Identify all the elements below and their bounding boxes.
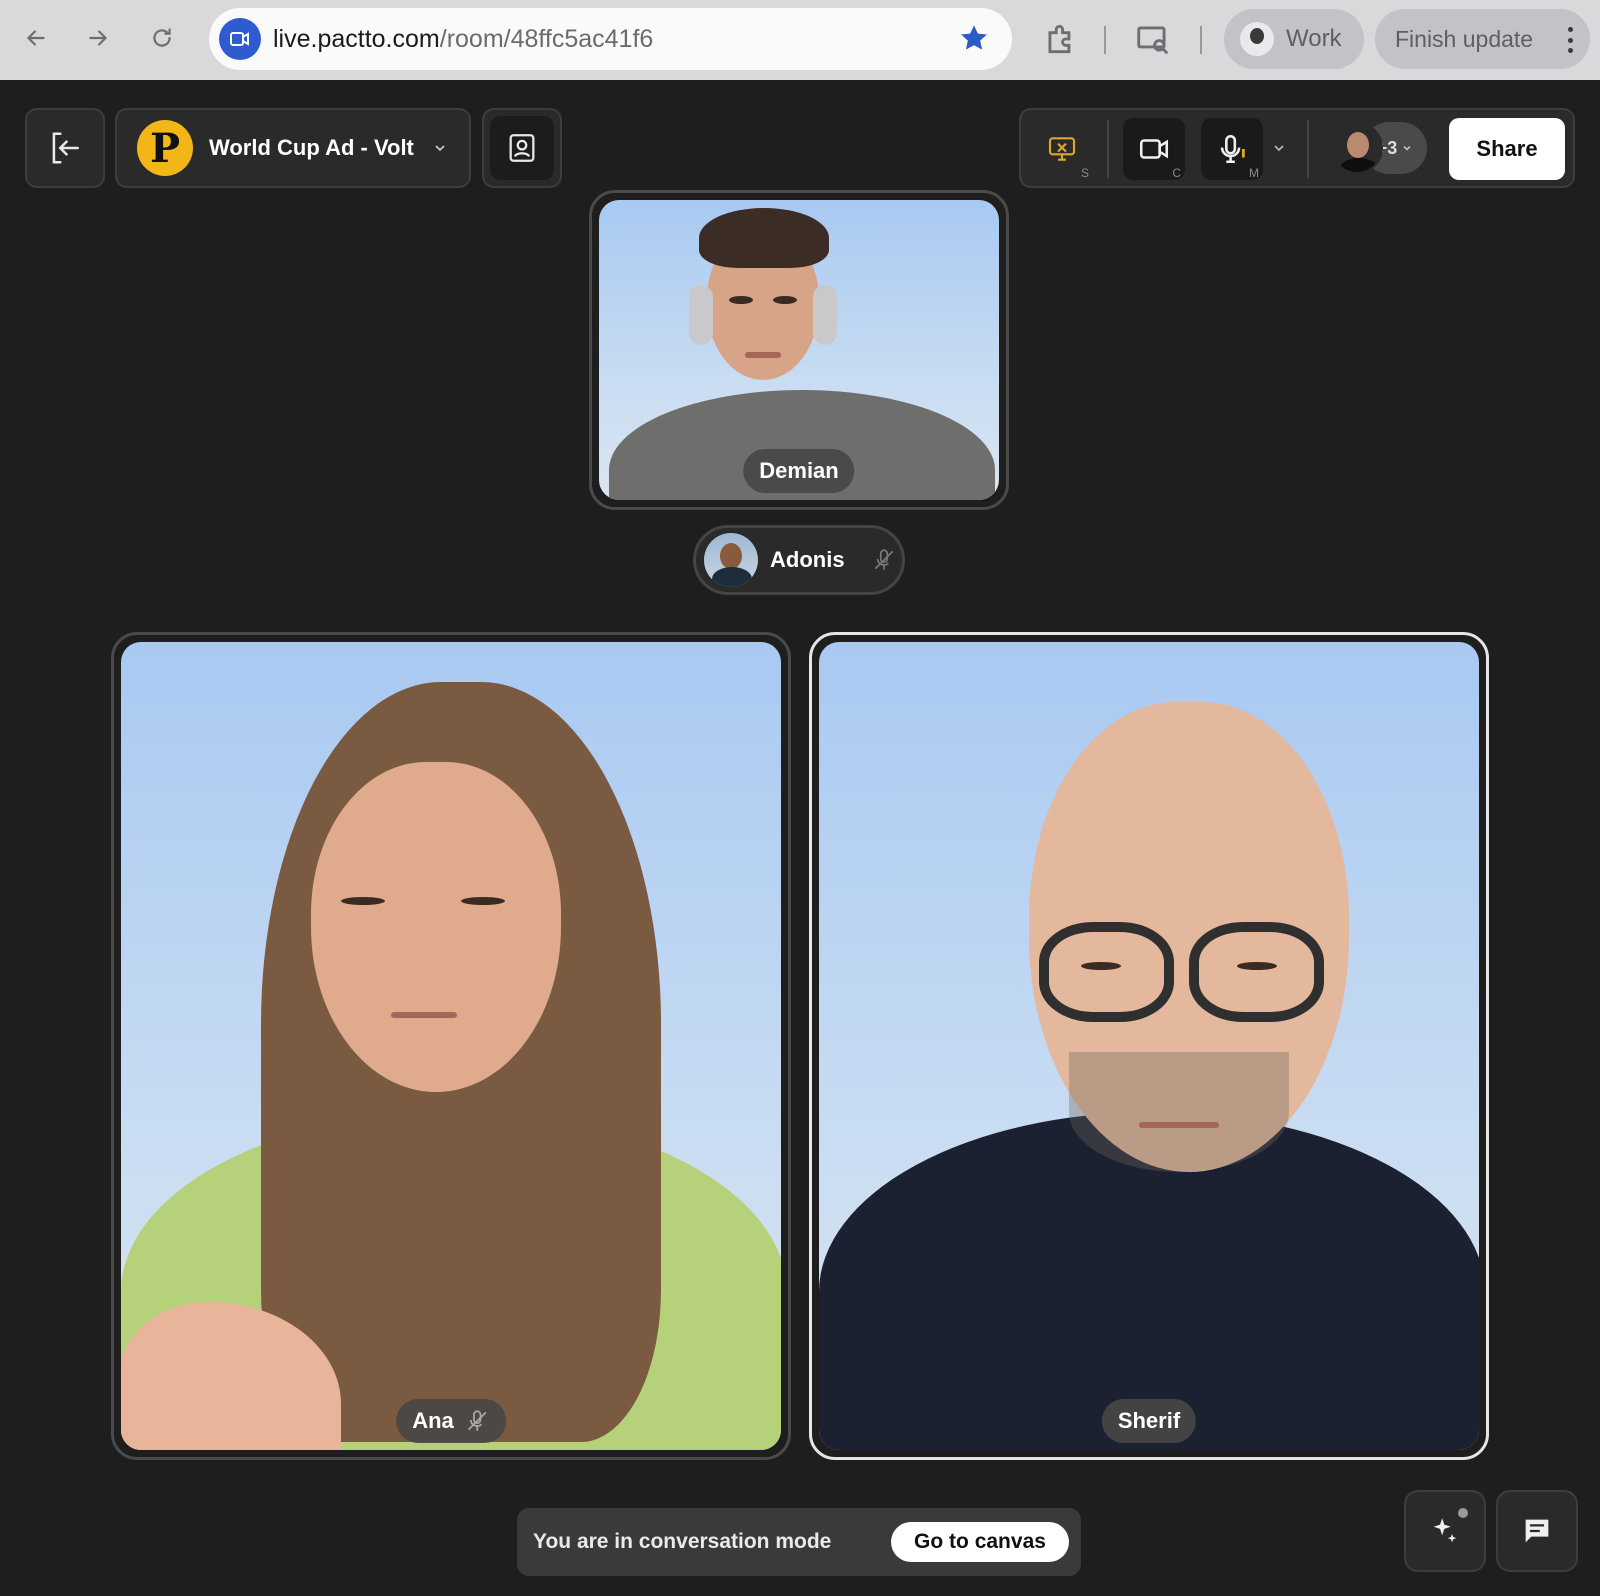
chevron-down-icon — [1403, 145, 1411, 151]
participant-avatar — [704, 533, 758, 587]
video-feed — [121, 642, 781, 1450]
chat-button[interactable] — [1496, 1490, 1578, 1572]
microphone-icon — [1220, 134, 1245, 164]
share-button[interactable]: Share — [1449, 118, 1565, 180]
extensions-icon[interactable] — [1042, 20, 1080, 58]
cast-search-icon[interactable] — [1134, 20, 1172, 58]
participant-pill-adonis[interactable]: Adonis — [693, 525, 905, 595]
kebab-menu-icon[interactable] — [1568, 27, 1574, 53]
leave-room-button[interactable] — [25, 108, 105, 188]
profile-avatar — [1240, 22, 1274, 56]
exit-icon — [52, 132, 79, 164]
screen-share-off-icon — [1048, 137, 1076, 161]
forward-icon[interactable] — [78, 18, 118, 58]
participant-name-tag: Ana — [396, 1399, 506, 1443]
participants-stack[interactable]: +3 — [1331, 122, 1427, 174]
participant-name-tag: Demian — [743, 449, 855, 493]
camera-icon — [1139, 139, 1169, 159]
video-tile-demian[interactable]: Demian — [589, 190, 1009, 510]
media-divider — [1307, 120, 1309, 178]
video-tile-sherif[interactable]: Sherif — [809, 632, 1489, 1460]
site-video-icon — [219, 18, 261, 60]
address-bar[interactable]: live.pactto.com/room/48ffc5ac41f6 — [209, 8, 1012, 70]
finish-update-label: Finish update — [1395, 25, 1534, 52]
bookmark-star-icon[interactable] — [958, 22, 990, 54]
notification-dot — [1458, 1508, 1468, 1518]
media-controls: S C M +3 Share — [1019, 108, 1575, 188]
participant-name: Sherif — [1117, 1408, 1181, 1433]
go-to-canvas-button[interactable]: Go to canvas — [891, 1522, 1069, 1562]
url-text: live.pactto.com/room/48ffc5ac41f6 — [273, 25, 654, 53]
back-icon[interactable] — [16, 18, 56, 58]
mic-muted-icon — [467, 1410, 487, 1431]
browser-toolbar: live.pactto.com/room/48ffc5ac41f6 Work F… — [0, 0, 1600, 80]
reload-icon[interactable] — [142, 18, 182, 58]
shortcut-hint: C — [1172, 166, 1181, 180]
participant-name: Demian — [759, 458, 839, 483]
screen-share-button[interactable]: S — [1031, 118, 1093, 180]
contact-card-icon — [509, 134, 535, 162]
participant-video — [819, 642, 1479, 1450]
mic-muted-icon — [874, 549, 893, 570]
room-logo: P — [137, 120, 193, 176]
toolbar-divider — [1200, 26, 1202, 54]
chat-icon — [1525, 1519, 1549, 1543]
media-divider — [1107, 120, 1109, 178]
participant-name: Ana — [412, 1408, 454, 1433]
video-tile-ana[interactable]: Ana — [111, 632, 791, 1460]
room-selector[interactable]: P World Cup Ad - Volt — [115, 108, 471, 188]
chevron-down-icon — [435, 145, 445, 152]
conversation-mode-text: You are in conversation mode — [533, 1530, 832, 1553]
participant-name-tag: Sherif — [1101, 1399, 1197, 1443]
profile-button[interactable]: Work — [1224, 9, 1364, 69]
microphone-button[interactable]: M — [1201, 118, 1263, 180]
profile-card-button[interactable] — [482, 108, 562, 188]
sparkles-icon — [1433, 1518, 1457, 1543]
ai-assistant-button[interactable] — [1404, 1490, 1486, 1572]
toolbar-divider — [1104, 26, 1106, 54]
shortcut-hint: S — [1080, 166, 1089, 180]
video-feed — [819, 642, 1479, 1450]
audio-options-chevron-icon[interactable] — [1271, 140, 1287, 156]
participant-avatar — [1331, 122, 1383, 174]
participant-video — [121, 642, 781, 1450]
room-title: World Cup Ad - Volt — [209, 135, 414, 160]
camera-button[interactable]: C — [1123, 118, 1185, 180]
conversation-mode-banner: You are in conversation mode Go to canva… — [517, 1508, 1081, 1576]
profile-label: Work — [1286, 25, 1342, 52]
finish-update-button[interactable]: Finish update — [1375, 9, 1590, 69]
shortcut-hint: M — [1249, 166, 1259, 180]
participant-name: Adonis — [770, 547, 845, 572]
